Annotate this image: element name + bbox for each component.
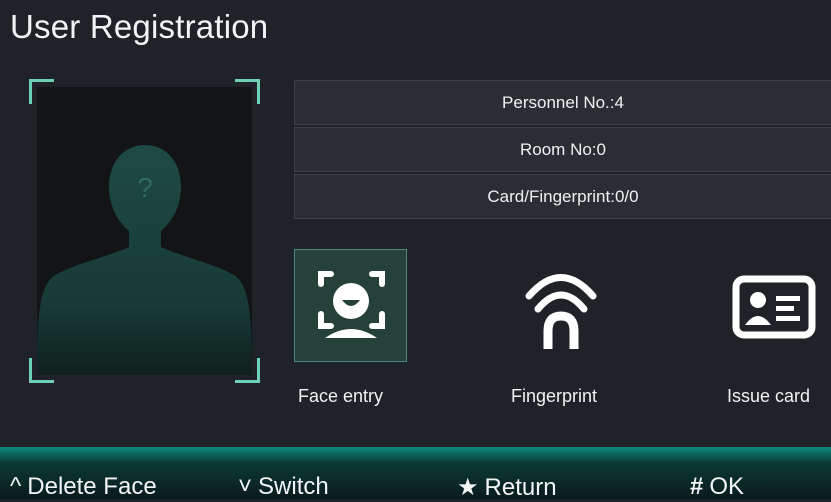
page-title: User Registration bbox=[10, 8, 269, 45]
fingerprint-label: Fingerprint bbox=[511, 386, 598, 406]
room-number: Room No:0 bbox=[294, 127, 831, 172]
delete-face-action[interactable]: ^ Delete Face bbox=[10, 473, 157, 501]
id-card-icon bbox=[732, 275, 816, 339]
face-scan-icon bbox=[318, 271, 385, 338]
unknown-person-icon: ? bbox=[37, 145, 252, 375]
personnel-number: Personnel No.:4 bbox=[294, 80, 831, 125]
svg-text:?: ? bbox=[137, 172, 153, 203]
chevron-up-icon: ^ bbox=[10, 473, 22, 500]
chevron-down-icon: ˅ bbox=[238, 473, 253, 500]
fingerprint-wave-icon bbox=[525, 274, 597, 349]
return-action[interactable]: ★ Return bbox=[457, 473, 557, 502]
ok-action[interactable]: # OK bbox=[690, 473, 744, 501]
hash-key-icon: # bbox=[690, 473, 704, 500]
face-entry-label: Face entry bbox=[298, 386, 384, 406]
star-key-icon: ★ bbox=[457, 474, 479, 501]
issue-card-label: Issue card bbox=[727, 386, 811, 406]
fingerprint-button[interactable] bbox=[505, 249, 618, 362]
switch-action[interactable]: ˅ Switch bbox=[238, 473, 329, 501]
issue-card-button[interactable] bbox=[718, 249, 831, 362]
card-fingerprint-count: Card/Fingerprint:0/0 bbox=[294, 174, 831, 219]
user-info-panel: Personnel No.:4 Room No:0 Card/Fingerpri… bbox=[294, 80, 831, 221]
face-entry-button[interactable] bbox=[294, 249, 407, 362]
face-photo-frame: ? bbox=[29, 79, 260, 383]
